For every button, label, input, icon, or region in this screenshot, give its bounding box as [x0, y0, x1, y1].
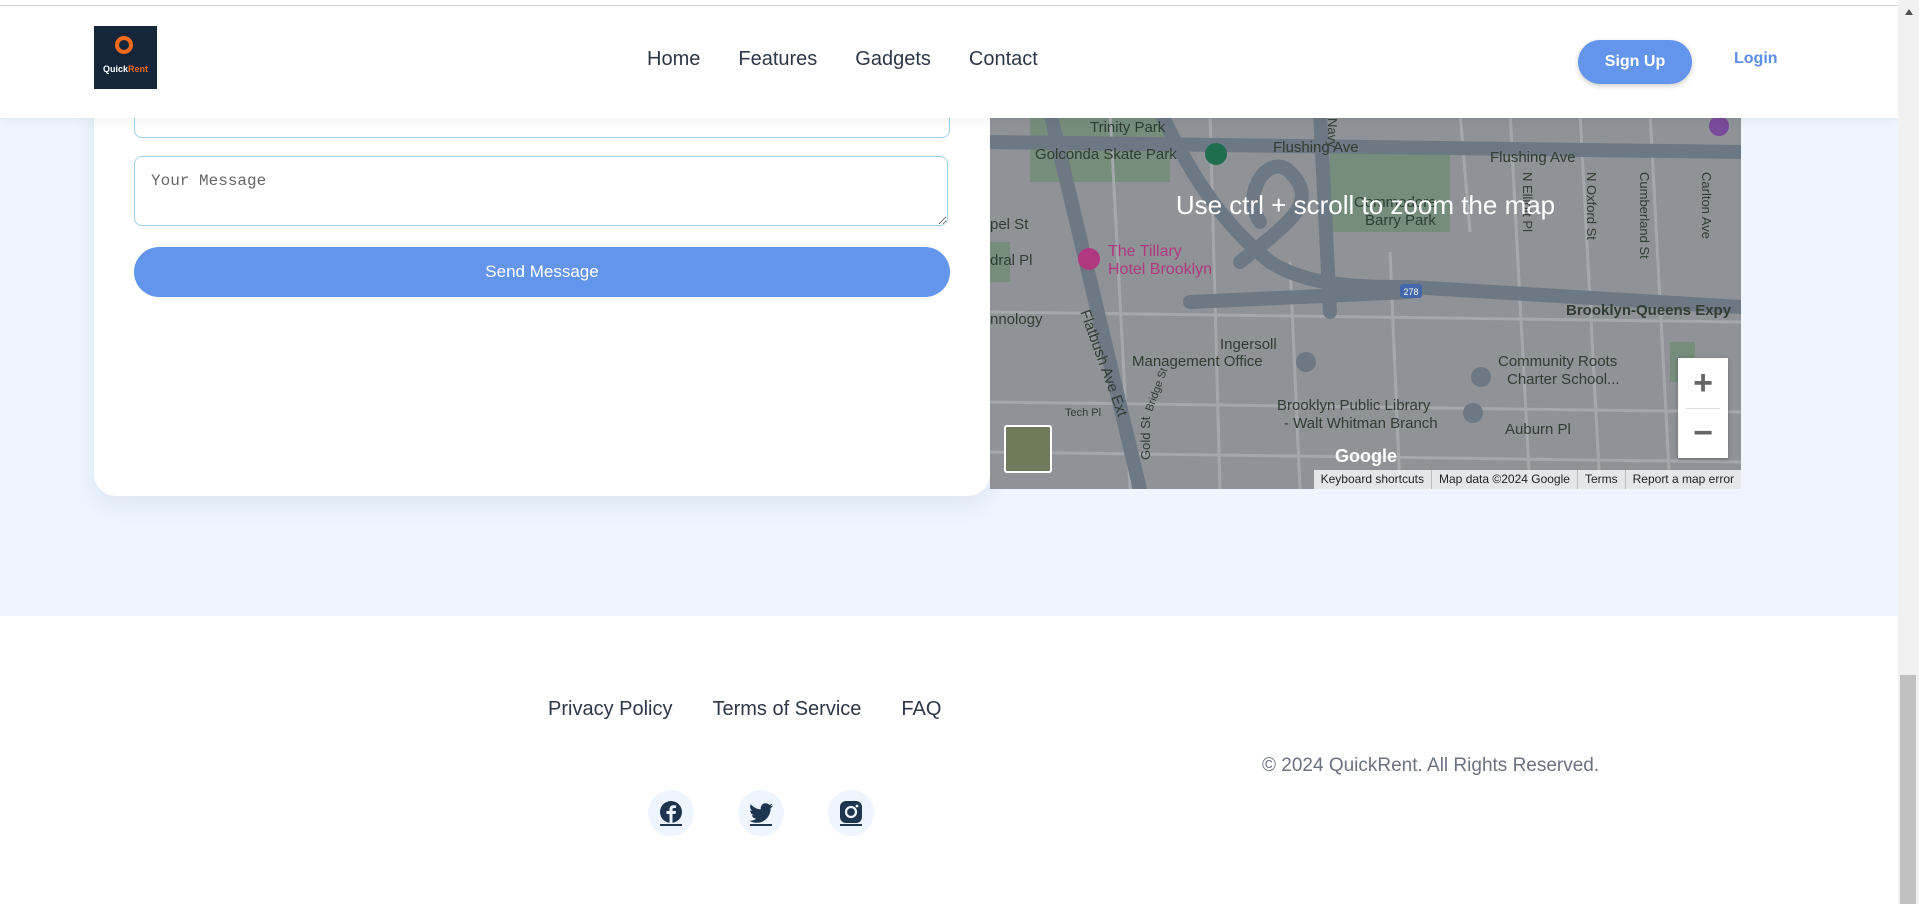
report-map-error-link[interactable]: Report a map error: [1624, 470, 1741, 489]
nav-home[interactable]: Home: [647, 48, 700, 71]
map-label: Auburn Pl: [1505, 421, 1571, 438]
hotel-marker-icon[interactable]: [1078, 248, 1100, 270]
scroll-up-arrow-icon[interactable]: [1898, 2, 1919, 22]
park-marker-icon[interactable]: [1205, 143, 1227, 165]
map-label: Navy: [1325, 118, 1340, 148]
logo-text-rent: Rent: [128, 64, 148, 74]
nav-contact[interactable]: Contact: [969, 48, 1038, 71]
nav-features[interactable]: Features: [738, 48, 817, 71]
site-header: QuickRent Home Features Gadgets Contact …: [0, 6, 1898, 118]
highway-shield-label: 278: [1403, 287, 1418, 297]
map-label: Charter School...: [1507, 371, 1620, 388]
map-label: Community Roots: [1498, 353, 1617, 370]
map-label: Ingersoll: [1220, 336, 1277, 353]
map-label: nnology: [990, 311, 1043, 328]
zoom-in-button[interactable]: +: [1678, 358, 1728, 408]
map-terms-link[interactable]: Terms: [1576, 470, 1625, 489]
twitter-link[interactable]: [738, 790, 784, 836]
map-label: - Walt Whitman Branch: [1284, 415, 1438, 432]
page-viewport: Send Message: [0, 0, 1898, 904]
nav-gadgets[interactable]: Gadgets: [855, 48, 931, 71]
map-label: dral Pl: [990, 252, 1033, 269]
map-label: Tech Pl: [1065, 407, 1101, 419]
send-message-button[interactable]: Send Message: [134, 247, 950, 297]
school-marker-icon[interactable]: [1471, 367, 1491, 387]
privacy-policy-link[interactable]: Privacy Policy: [548, 698, 672, 721]
login-link[interactable]: Login: [1734, 50, 1778, 68]
twitter-icon: [749, 803, 773, 826]
map-label: Brooklyn-Queens Expy: [1566, 302, 1732, 319]
logo-text-quick: Quick: [102, 64, 128, 74]
message-field[interactable]: [134, 156, 948, 226]
map-label: Flushing Ave: [1273, 139, 1359, 156]
map-label: Hotel Brooklyn: [1108, 261, 1212, 278]
copyright-text: © 2024 QuickRent. All Rights Reserved.: [1262, 755, 1600, 776]
map-label: The Tillary: [1108, 243, 1182, 260]
map-canvas[interactable]: 278 Trinity Park Golconda Skate Park Flu…: [990, 112, 1741, 489]
keyboard-shortcuts-link[interactable]: Keyboard shortcuts: [1314, 470, 1431, 489]
map-label: Gold St: [1138, 416, 1153, 460]
zoom-divider: [1686, 408, 1720, 409]
logo-q-icon: [115, 36, 133, 54]
map-attribution-bar: Keyboard shortcuts Map data ©2024 Google…: [1313, 470, 1741, 489]
map-label: Flushing Ave: [1490, 149, 1576, 166]
instagram-link[interactable]: [828, 790, 874, 836]
page-scrollbar[interactable]: [1898, 0, 1919, 904]
office-marker-icon[interactable]: [1296, 352, 1316, 372]
poi-marker-icon[interactable]: [1709, 116, 1729, 136]
map-embed[interactable]: 278 Trinity Park Golconda Skate Park Flu…: [990, 112, 1741, 489]
map-label: Golconda Skate Park: [1035, 146, 1177, 163]
facebook-icon: [660, 801, 682, 826]
map-label: Management Office: [1132, 353, 1263, 370]
map-data-credit: Map data ©2024 Google: [1431, 470, 1577, 489]
footer-links: Privacy Policy Terms of Service FAQ: [548, 698, 941, 721]
map-label: Brooklyn Public Library: [1277, 397, 1431, 414]
sign-up-button[interactable]: Sign Up: [1578, 40, 1692, 84]
top-border: [0, 0, 1898, 6]
google-logo: Google: [1335, 446, 1397, 466]
map-zoom-hint: Use ctrl + scroll to zoom the map: [1175, 190, 1556, 220]
logo-text: QuickRent: [94, 64, 157, 74]
library-marker-icon[interactable]: [1463, 403, 1483, 423]
map-zoom-control: + −: [1678, 358, 1728, 458]
zoom-out-button[interactable]: −: [1678, 408, 1728, 458]
faq-link[interactable]: FAQ: [901, 698, 941, 721]
satellite-layer-toggle[interactable]: [1004, 425, 1052, 473]
main-nav: Home Features Gadgets Contact: [647, 48, 1038, 71]
terms-of-service-link[interactable]: Terms of Service: [712, 698, 861, 721]
facebook-link[interactable]: [648, 790, 694, 836]
map-label: Trinity Park: [1090, 119, 1166, 136]
quickrent-logo[interactable]: QuickRent: [94, 26, 157, 89]
instagram-icon: [840, 801, 862, 826]
scrollbar-thumb[interactable]: [1900, 675, 1916, 904]
